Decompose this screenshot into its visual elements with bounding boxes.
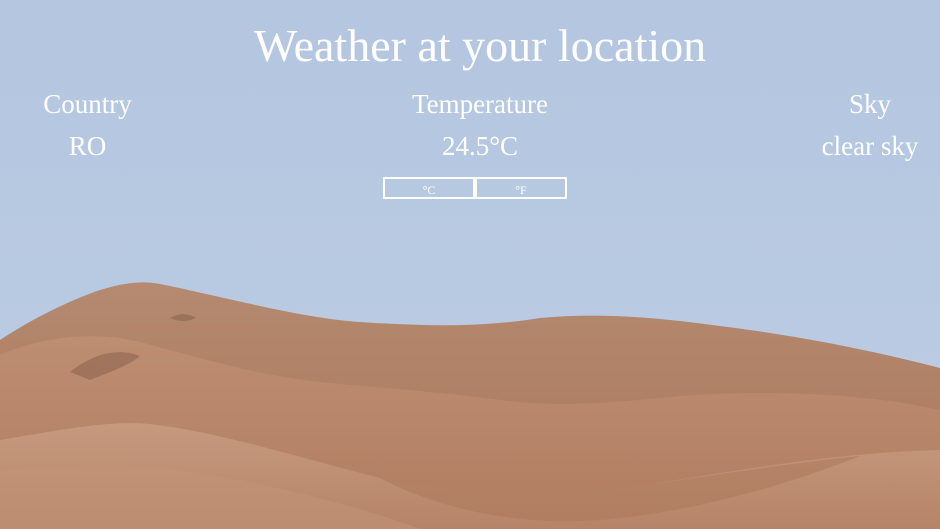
temperature-label: Temperature	[411, 89, 549, 119]
country-label: Country	[43, 89, 132, 119]
fahrenheit-button[interactable]: °F	[475, 177, 567, 199]
desert-background-image	[0, 0, 940, 529]
sky-label: Sky	[848, 89, 892, 119]
country-column: Country RO	[20, 86, 155, 164]
sky-column: Sky clear sky	[800, 86, 940, 164]
page-title: Weather at your location	[253, 20, 707, 71]
temperature-value: 24.5°C	[441, 131, 519, 161]
temperature-column: Temperature 24.5°C	[380, 86, 580, 164]
celsius-button[interactable]: °C	[383, 177, 475, 199]
unit-toggle: °C °F	[383, 177, 567, 199]
country-value: RO	[68, 131, 107, 161]
sky-value: clear sky	[821, 131, 919, 161]
